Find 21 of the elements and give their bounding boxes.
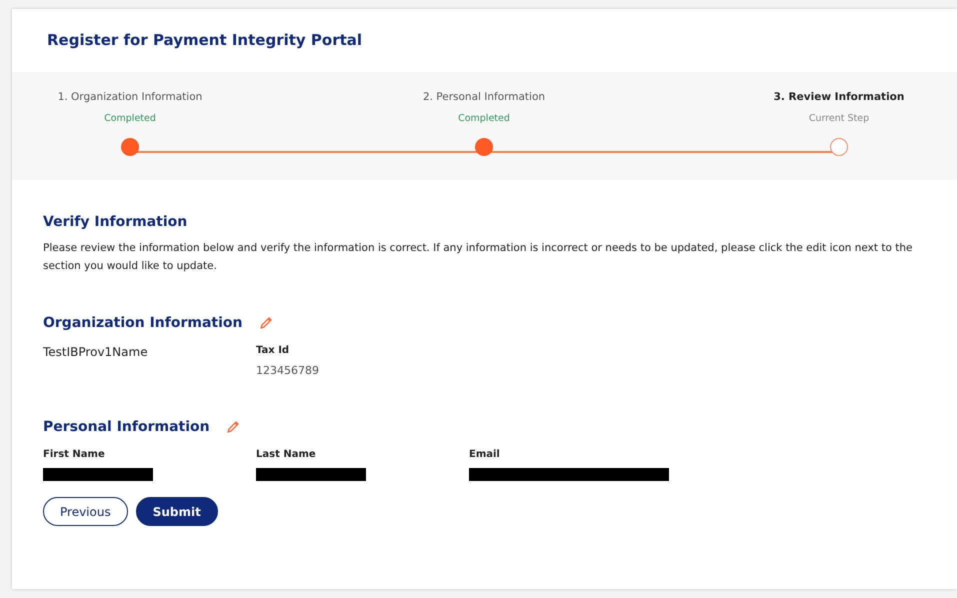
field-label: Last Name	[256, 449, 317, 460]
step-status: Completed	[458, 113, 510, 124]
section-heading: Organization Information	[43, 315, 242, 331]
section-heading: Verify Information	[43, 214, 188, 230]
field-value: TestIBProv1Name	[43, 345, 149, 359]
edit-pencil-icon[interactable]	[226, 420, 240, 434]
submit-button[interactable]: Submit	[136, 497, 218, 526]
edit-pencil-icon[interactable]	[258, 316, 272, 330]
page-title: Register for Payment Integrity Portal	[46, 30, 364, 51]
field-label: Tax Id	[256, 345, 290, 356]
step-label: 1. Organization Information	[58, 91, 202, 103]
field-label: Email	[469, 449, 501, 460]
field-value: 123456789	[256, 364, 320, 377]
field-label: First Name	[43, 449, 106, 460]
step-label: 3. Review Information	[774, 91, 904, 103]
step-status: Completed	[104, 113, 156, 124]
step-status: Current Step	[808, 113, 870, 124]
previous-button[interactable]: Previous	[43, 497, 128, 526]
step-label: 2. Personal Information	[422, 91, 546, 103]
instructions-text: Please review the information below and verify the information is correct. If any information is incorrect or needs to be updated, please click the edit icon next to the section you would like to update.	[43, 241, 914, 274]
section-heading: Personal Information	[43, 419, 210, 435]
